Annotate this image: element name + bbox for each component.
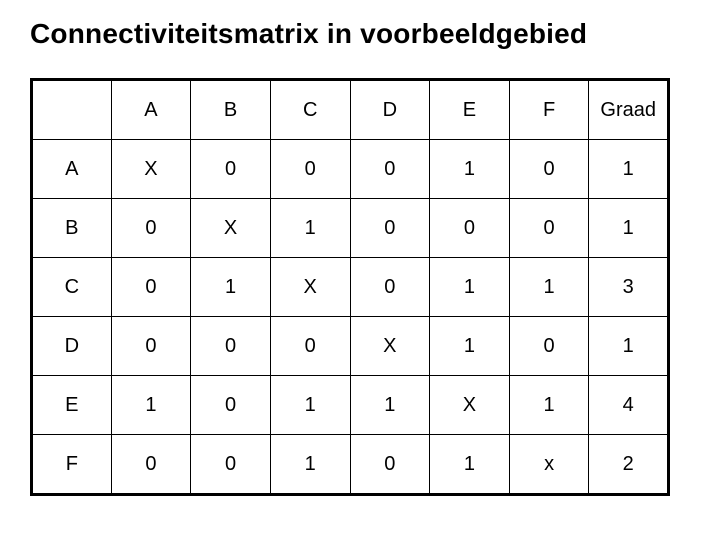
slide: Connectiviteitsmatrix in voorbeeldgebied… [0,0,720,540]
cell: 0 [191,317,271,376]
cell: 4 [589,376,669,435]
cell: 1 [589,140,669,199]
cell: 1 [430,435,510,495]
row-header: D [32,317,112,376]
table-row: E 1 0 1 1 X 1 4 [32,376,669,435]
cell: x [509,435,589,495]
col-header: E [430,80,510,140]
col-header: A [111,80,191,140]
table-row: B 0 X 1 0 0 0 1 [32,199,669,258]
cell: 0 [270,140,350,199]
col-header: F [509,80,589,140]
cell: 0 [270,317,350,376]
cell: 0 [350,258,430,317]
cell: 2 [589,435,669,495]
cell: 0 [350,435,430,495]
cell: 0 [350,140,430,199]
connectivity-matrix-table: A B C D E F Graad A X 0 0 0 1 0 1 B [30,78,670,496]
cell: 1 [589,199,669,258]
cell: 1 [350,376,430,435]
cell: 0 [191,435,271,495]
cell: 1 [430,258,510,317]
cell: 0 [350,199,430,258]
cell: 1 [111,376,191,435]
row-header: A [32,140,112,199]
cell: 0 [509,317,589,376]
cell: 1 [430,317,510,376]
cell: 0 [191,140,271,199]
cell: 0 [111,435,191,495]
row-header: B [32,199,112,258]
table-row: A X 0 0 0 1 0 1 [32,140,669,199]
table-row: D 0 0 0 X 1 0 1 [32,317,669,376]
cell: X [430,376,510,435]
cell: 1 [270,376,350,435]
cell: 1 [509,376,589,435]
table-row: C 0 1 X 0 1 1 3 [32,258,669,317]
row-header: C [32,258,112,317]
cell: 1 [430,140,510,199]
row-header: E [32,376,112,435]
cell: X [111,140,191,199]
table-corner-cell [32,80,112,140]
cell: 1 [509,258,589,317]
cell: 0 [509,140,589,199]
col-header: D [350,80,430,140]
row-header: F [32,435,112,495]
cell: 1 [270,199,350,258]
cell: X [191,199,271,258]
table-row: F 0 0 1 0 1 x 2 [32,435,669,495]
cell: 0 [509,199,589,258]
col-header: Graad [589,80,669,140]
table-header-row: A B C D E F Graad [32,80,669,140]
cell: 0 [111,317,191,376]
cell: 0 [111,258,191,317]
cell: 1 [589,317,669,376]
col-header: B [191,80,271,140]
col-header: C [270,80,350,140]
cell: 0 [111,199,191,258]
cell: X [350,317,430,376]
cell: 0 [430,199,510,258]
cell: 3 [589,258,669,317]
cell: X [270,258,350,317]
cell: 1 [270,435,350,495]
cell: 1 [191,258,271,317]
cell: 0 [191,376,271,435]
slide-title: Connectiviteitsmatrix in voorbeeldgebied [30,18,690,50]
